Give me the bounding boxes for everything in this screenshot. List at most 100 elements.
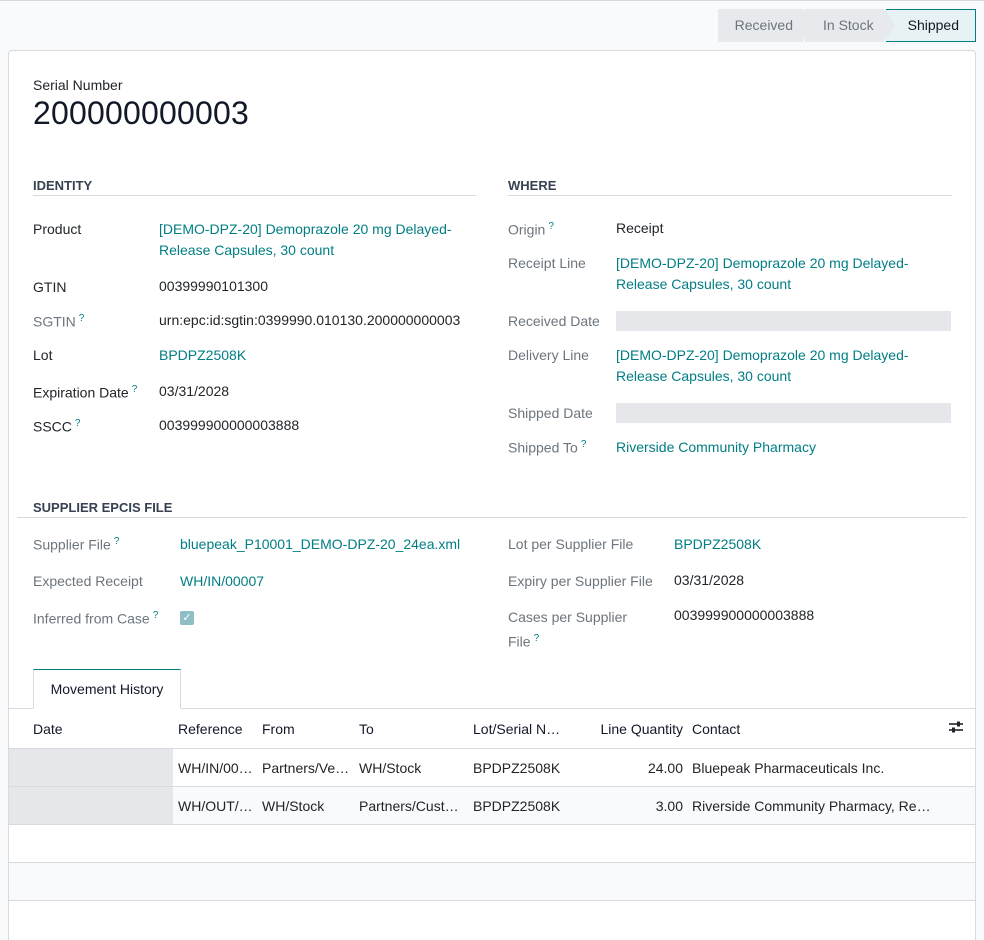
table-cell-date: [9, 749, 173, 786]
tab-movement-history[interactable]: Movement History: [33, 669, 181, 709]
receipt-line-link[interactable]: [DEMO-DPZ-20] Demoprazole 20 mg Delayed-…: [616, 253, 909, 295]
cases-per-supplier-file-value: 003999900000003888: [674, 607, 815, 623]
help-icon[interactable]: ?: [132, 384, 138, 395]
origin-value: Receipt: [616, 220, 664, 236]
movement-history-table: Date Reference From To Lot/Serial N… Lin…: [9, 709, 975, 901]
cases-per-supplier-file-label-line-1: Cases per Supplier: [508, 609, 628, 625]
table-cell-from: WH/Stock: [262, 797, 325, 814]
table-cell-to: Partners/Cust…: [359, 797, 459, 814]
lot-per-supplier-file-link[interactable]: BPDPZ2508K: [674, 534, 761, 555]
table-cell-lot-serial: BPDPZ2508K: [473, 797, 561, 814]
table-row[interactable]: WH/IN/00… Partners/Ve… WH/Stock BPDPZ250…: [9, 749, 975, 787]
sscc-value: 003999900000003888: [159, 417, 300, 433]
inferred-from-case-label: Inferred from Case?: [33, 610, 158, 627]
column-header-reference[interactable]: Reference: [173, 721, 262, 737]
supplier-file-link[interactable]: bluepeak_P10001_DEMO-DPZ-20_24ea.xml: [180, 534, 460, 555]
expiry-per-supplier-file-value: 03/31/2028: [674, 572, 745, 588]
table-cell-to: WH/Stock: [359, 759, 422, 776]
table-cell-date: [9, 787, 173, 824]
column-header-line-quantity[interactable]: Line Quantity: [567, 721, 684, 737]
received-date-label: Received Date: [508, 313, 600, 329]
serial-number-label: Serial Number: [33, 77, 123, 93]
shipped-date-field[interactable]: [616, 403, 951, 423]
status-stage-shipped[interactable]: Shipped: [884, 9, 976, 42]
sgtin-label-text: SGTIN: [33, 313, 76, 330]
column-header-date[interactable]: Date: [9, 709, 173, 748]
supplier-file-label: Supplier File?: [33, 536, 119, 553]
expected-receipt-label: Expected Receipt: [33, 573, 143, 589]
table-cell-contact: Bluepeak Pharmaceuticals Inc.: [692, 759, 885, 776]
column-header-lot-serial[interactable]: Lot/Serial N…: [473, 721, 567, 737]
supplier-file-label-text: Supplier File: [33, 536, 111, 553]
receipt-line-link-line-1: [DEMO-DPZ-20] Demoprazole 20 mg Delayed-: [616, 255, 909, 271]
table-row[interactable]: WH/OUT/… WH/Stock Partners/Cust… BPDPZ25…: [9, 787, 975, 825]
delivery-line-link-line-1: [DEMO-DPZ-20] Demoprazole 20 mg Delayed-: [616, 347, 909, 363]
help-icon[interactable]: ?: [581, 439, 587, 450]
lot-link[interactable]: BPDPZ2508K: [159, 345, 246, 366]
table-cell-line-quantity: 24.00: [647, 759, 683, 776]
origin-label-text: Origin: [508, 221, 546, 238]
status-bar: Received In Stock Shipped: [717, 9, 976, 42]
check-icon: ✓: [182, 612, 192, 624]
shipped-to-link[interactable]: Riverside Community Pharmacy: [616, 437, 816, 458]
inferred-from-case-label-text: Inferred from Case: [33, 610, 150, 627]
receipt-line-link-line-2: Release Capsules, 30 count: [616, 276, 792, 292]
table-cell-line-quantity: 3.00: [655, 797, 683, 814]
shipped-to-label: Shipped To?: [508, 439, 586, 456]
lot-label: Lot: [33, 347, 53, 363]
help-icon[interactable]: ?: [75, 418, 81, 429]
expiration-date-label: Expiration Date?: [33, 384, 137, 401]
expiration-date-label-text: Expiration Date: [33, 384, 129, 401]
help-icon[interactable]: ?: [534, 633, 540, 644]
table-cell-reference: WH/OUT/…: [178, 797, 253, 814]
control-panel: Received In Stock Shipped: [0, 0, 984, 50]
serial-number-value[interactable]: 200000000003: [33, 95, 249, 132]
form-sheet: Serial Number 200000000003 IDENTITY Prod…: [8, 50, 976, 940]
identity-section-heading: IDENTITY: [33, 178, 476, 196]
origin-label: Origin?: [508, 221, 554, 238]
help-icon[interactable]: ?: [79, 313, 85, 324]
help-icon[interactable]: ?: [114, 536, 120, 547]
received-date-field[interactable]: [616, 311, 951, 331]
expected-receipt-link[interactable]: WH/IN/00007: [180, 571, 264, 592]
expiry-per-supplier-file-label: Expiry per Supplier File: [508, 573, 653, 589]
gtin-value: 00399990101300: [159, 278, 269, 294]
cases-per-supplier-file-label-line-2: File?: [508, 628, 627, 653]
product-link-line-2: Release Capsules, 30 count: [159, 242, 335, 258]
gtin-label: GTIN: [33, 279, 67, 295]
sscc-label: SSCC?: [33, 418, 80, 435]
product-label: Product: [33, 221, 82, 237]
column-header-contact[interactable]: Contact: [683, 721, 937, 737]
sgtin-value: urn:epc:id:sgtin:0399990.010130.20000000…: [159, 312, 461, 328]
sscc-label-text: SSCC: [33, 418, 72, 435]
delivery-line-link[interactable]: [DEMO-DPZ-20] Demoprazole 20 mg Delayed-…: [616, 345, 909, 387]
table-cell-contact: Riverside Community Pharmacy, Rec…: [692, 797, 937, 814]
product-link[interactable]: [DEMO-DPZ-20] Demoprazole 20 mg Delayed-…: [159, 219, 452, 261]
expiration-date-value: 03/31/2028: [159, 383, 230, 399]
cases-per-supplier-file-label-text: File: [508, 633, 531, 650]
supplier-epcis-section-heading: SUPPLIER EPCIS FILE: [17, 500, 967, 518]
receipt-line-label: Receipt Line: [508, 255, 586, 271]
table-header: Date Reference From To Lot/Serial N… Lin…: [9, 709, 975, 749]
status-stage-received[interactable]: Received: [717, 9, 814, 42]
help-icon[interactable]: ?: [548, 221, 554, 232]
table-cell-from: Partners/Ve…: [262, 759, 350, 776]
delivery-line-link-line-2: Release Capsules, 30 count: [616, 368, 792, 384]
column-header-to[interactable]: To: [359, 721, 473, 737]
shipped-date-label: Shipped Date: [508, 405, 593, 421]
column-options-button[interactable]: [937, 720, 975, 737]
table-cell-reference: WH/IN/00…: [178, 759, 253, 776]
lot-per-supplier-file-label: Lot per Supplier File: [508, 536, 634, 552]
product-link-line-1: [DEMO-DPZ-20] Demoprazole 20 mg Delayed-: [159, 221, 452, 237]
help-icon[interactable]: ?: [153, 610, 159, 621]
table-row-empty: [9, 863, 975, 901]
delivery-line-label: Delivery Line: [508, 347, 589, 363]
table-row-empty: [9, 825, 975, 863]
sgtin-label: SGTIN?: [33, 313, 84, 330]
inferred-from-case-checkbox[interactable]: ✓: [180, 611, 194, 625]
column-header-from[interactable]: From: [262, 721, 359, 737]
table-cell-lot-serial: BPDPZ2508K: [473, 759, 561, 776]
cases-per-supplier-file-label: Cases per Supplier File?: [508, 607, 627, 653]
status-stage-in-stock[interactable]: In Stock: [805, 9, 894, 42]
where-section-heading: WHERE: [508, 178, 952, 196]
